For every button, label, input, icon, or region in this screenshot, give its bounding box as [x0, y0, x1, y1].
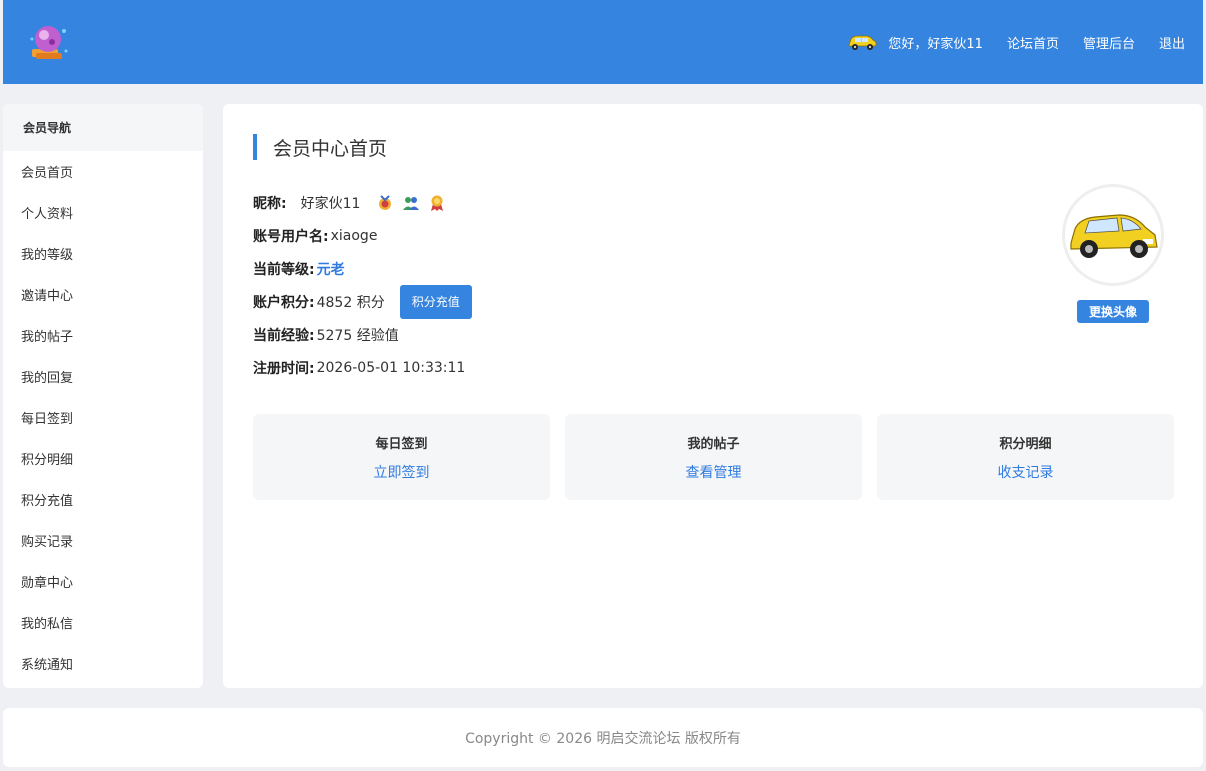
top-nav: 您好，好家伙11 论坛首页 管理后台 退出	[846, 33, 1185, 52]
points-label: 账户积分:	[253, 294, 315, 311]
nickname-value: 好家伙11	[300, 195, 361, 212]
sidebar-item-notices[interactable]: 系统通知	[3, 643, 203, 684]
sidebar-item-profile[interactable]: 个人资料	[3, 192, 203, 233]
sidebar-item-points-detail[interactable]: 积分明细	[3, 438, 203, 479]
exp-value: 5275 经验值	[316, 327, 399, 344]
card-title: 积分明细	[999, 436, 1052, 452]
sidebar-item-home[interactable]: 会员首页	[3, 151, 203, 192]
avatar	[1062, 184, 1164, 286]
medal-badge-icon[interactable]	[376, 194, 394, 212]
username-value: xiaoge	[330, 227, 378, 244]
manage-posts-link[interactable]: 查看管理	[686, 462, 742, 482]
recharge-button[interactable]: 积分充值	[399, 284, 472, 319]
nav-forum-home[interactable]: 论坛首页	[1007, 33, 1059, 52]
level-row: 当前等级: 元老	[253, 252, 472, 285]
sidebar-item-checkin[interactable]: 每日签到	[3, 397, 203, 438]
card-title: 每日签到	[375, 436, 428, 452]
site-logo-icon[interactable]	[25, 18, 73, 66]
username-row: 账号用户名: xiaoge	[253, 219, 472, 252]
sidebar-item-purchases[interactable]: 购买记录	[3, 520, 203, 561]
register-value: 2026-05-01 10:33:11	[316, 359, 466, 376]
top-header: 您好，好家伙11 论坛首页 管理后台 退出	[3, 0, 1203, 84]
user-greeting[interactable]: 您好，好家伙11	[846, 33, 983, 52]
checkin-now-link[interactable]: 立即签到	[374, 462, 430, 482]
level-label: 当前等级:	[253, 261, 315, 278]
sidebar-item-level[interactable]: 我的等级	[3, 233, 203, 274]
badge-list	[376, 194, 446, 212]
points-row: 账户积分: 4852 积分 积分充值	[253, 284, 472, 319]
nav-admin[interactable]: 管理后台	[1083, 33, 1135, 52]
points-records-link[interactable]: 收支记录	[998, 462, 1054, 482]
sidebar-item-messages[interactable]: 我的私信	[3, 602, 203, 643]
card-title: 我的帖子	[687, 436, 740, 452]
exp-label: 当前经验:	[253, 327, 315, 344]
page-title: 会员中心首页	[253, 134, 387, 160]
card-checkin: 每日签到 立即签到	[253, 414, 550, 500]
nickname-label: 昵称:	[253, 195, 287, 212]
greeting-text: 您好，好家伙11	[888, 36, 983, 52]
copyright-text: Copyright © 2026 明启交流论坛 版权所有	[465, 730, 741, 747]
register-row: 注册时间: 2026-05-01 10:33:11	[253, 351, 472, 384]
yellow-car-avatar-icon	[1070, 214, 1158, 258]
page-footer: Copyright © 2026 明启交流论坛 版权所有	[3, 708, 1203, 767]
quick-cards: 每日签到 立即签到 我的帖子 查看管理 积分明细 收支记录	[253, 414, 1174, 500]
users-badge-icon[interactable]	[402, 194, 420, 212]
member-main-panel: 会员中心首页 昵称: 好家伙11 账号用户名: xiaoge 当前等级: 元老 …	[223, 104, 1203, 688]
sidebar-item-posts[interactable]: 我的帖子	[3, 315, 203, 356]
register-label: 注册时间:	[253, 360, 315, 377]
change-avatar-button[interactable]: 更换头像	[1077, 300, 1149, 323]
sidebar-title: 会员导航	[3, 104, 203, 151]
member-info: 昵称: 好家伙11 账号用户名: xiaoge 当前等级: 元老 账户积分: 4…	[253, 186, 472, 384]
points-value: 4852 积分	[316, 294, 385, 311]
exp-row: 当前经验: 5275 经验值	[253, 318, 472, 351]
nav-logout[interactable]: 退出	[1159, 33, 1185, 52]
sidebar-item-invite[interactable]: 邀请中心	[3, 274, 203, 315]
card-points-detail: 积分明细 收支记录	[877, 414, 1174, 500]
member-sidebar: 会员导航 会员首页 个人资料 我的等级 邀请中心 我的帖子 我的回复 每日签到 …	[3, 104, 203, 688]
sidebar-item-medals[interactable]: 勋章中心	[3, 561, 203, 602]
level-value-link[interactable]: 元老	[317, 259, 345, 279]
username-label: 账号用户名:	[253, 228, 329, 245]
sidebar-item-replies[interactable]: 我的回复	[3, 356, 203, 397]
user-car-avatar-icon	[849, 35, 877, 50]
avatar-section: 更换头像	[1062, 184, 1164, 323]
card-posts: 我的帖子 查看管理	[565, 414, 862, 500]
ribbon-badge-icon[interactable]	[428, 194, 446, 212]
nickname-row: 昵称: 好家伙11	[253, 186, 472, 219]
sidebar-item-recharge[interactable]: 积分充值	[3, 479, 203, 520]
